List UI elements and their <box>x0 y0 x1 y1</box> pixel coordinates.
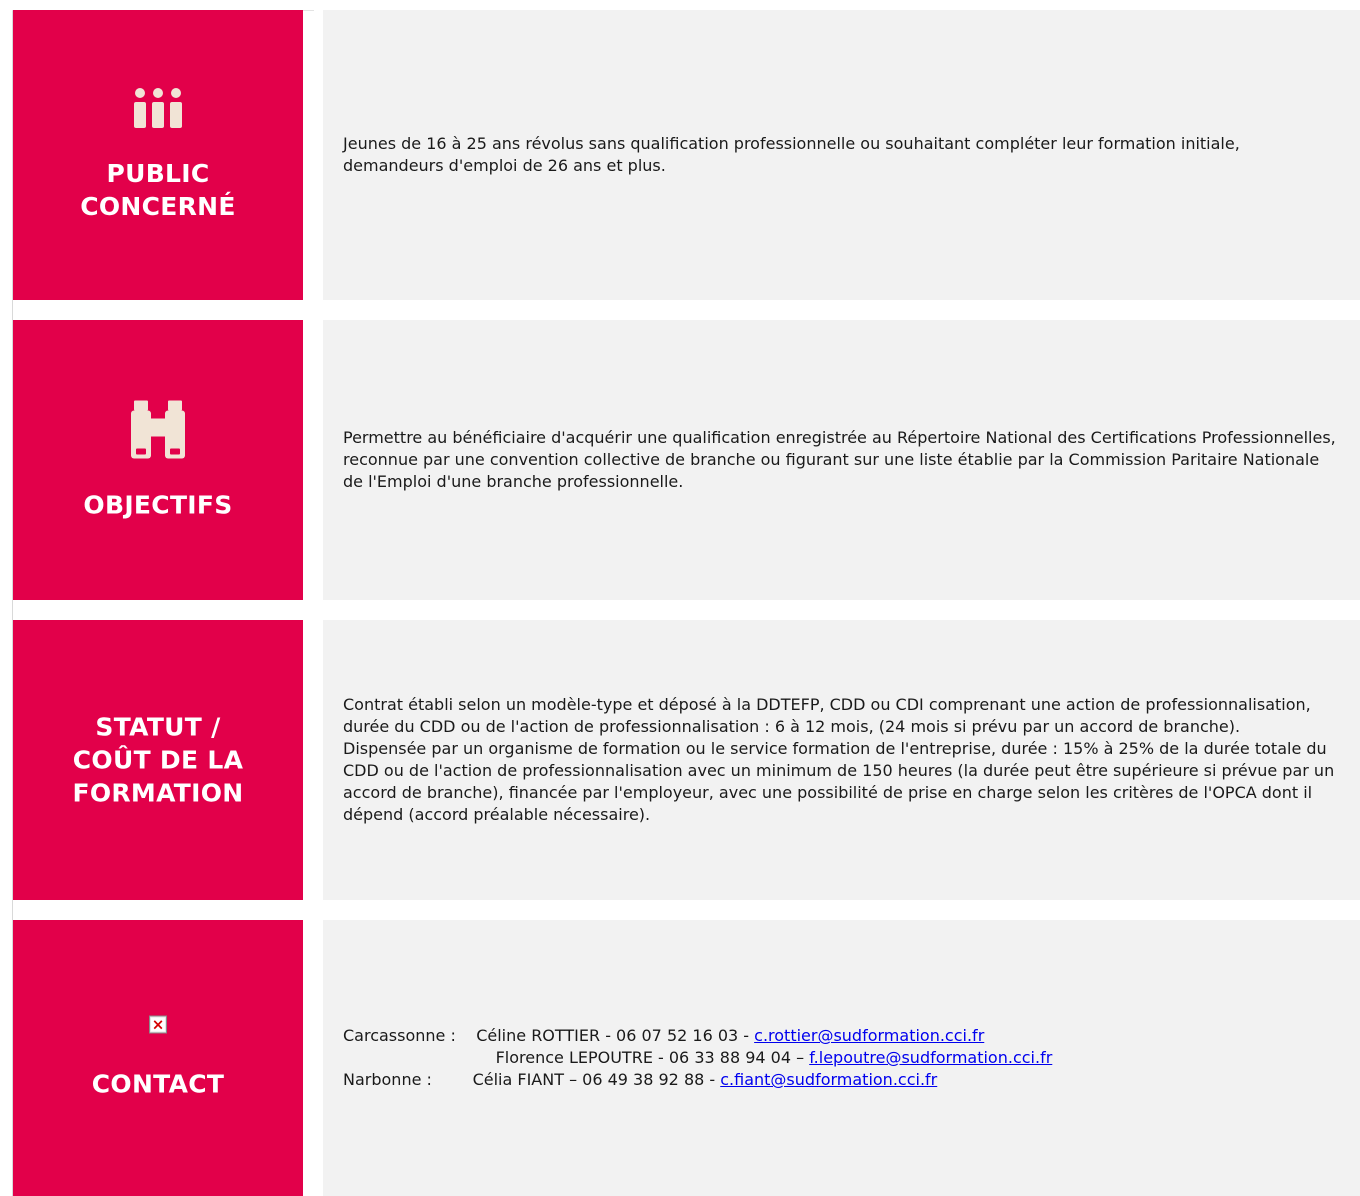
section-text: Jeunes de 16 à 25 ans révolus sans quali… <box>343 134 1240 175</box>
email-link[interactable]: c.fiant@sudformation.cci.fr <box>720 1070 937 1089</box>
contact-info: Narbonne : Célia FIANT – 06 49 38 92 88 … <box>343 1070 721 1089</box>
section-content: Jeunes de 16 à 25 ans révolus sans quali… <box>323 10 1360 300</box>
section-content: Permettre au bénéficiaire d'acquérir une… <box>323 320 1360 600</box>
binoculars-icon <box>131 400 185 459</box>
contact-info: Carcassonne : Céline ROTTIER - 06 07 52 … <box>343 1026 755 1045</box>
section-content: Contrat établi selon un modèle-type et d… <box>323 620 1360 900</box>
section-tile: PUBLIC CONCERNÉ <box>13 10 303 300</box>
section-title: STATUT / COÛT DE LA FORMATION <box>72 712 244 808</box>
section-tile: STATUT / COÛT DE LA FORMATION <box>13 620 303 900</box>
contact-info: Florence LEPOUTRE - 06 33 88 94 04 – <box>343 1048 810 1067</box>
section-paragraph: Contrat établi selon un modèle-type et d… <box>343 695 1311 736</box>
section-tile: OBJECTIFS <box>13 320 303 600</box>
section-paragraph: Dispensée par un organisme de formation … <box>343 739 1335 824</box>
section-contact: CONTACT Carcassonne : Céline ROTTIER - 0… <box>13 920 1360 1196</box>
contact-line: Narbonne : Célia FIANT – 06 49 38 92 88 … <box>343 1069 1338 1091</box>
contact-line: Florence LEPOUTRE - 06 33 88 94 04 – f.l… <box>343 1047 1338 1069</box>
section-title: PUBLIC CONCERNÉ <box>80 159 236 221</box>
section-title: CONTACT <box>91 1069 225 1099</box>
section-public-concerne: PUBLIC CONCERNÉ Jeunes de 16 à 25 ans ré… <box>13 10 1360 300</box>
section-content: Carcassonne : Céline ROTTIER - 06 07 52 … <box>323 920 1360 1196</box>
section-title: OBJECTIFS <box>83 490 233 520</box>
section-statut-cout: STATUT / COÛT DE LA FORMATION Contrat ét… <box>13 620 1360 900</box>
section-tile: CONTACT <box>13 920 303 1196</box>
contact-line: Carcassonne : Céline ROTTIER - 06 07 52 … <box>343 1025 1338 1047</box>
section-text: Permettre au bénéficiaire d'acquérir une… <box>343 428 1336 491</box>
page: PUBLIC CONCERNÉ Jeunes de 16 à 25 ans ré… <box>0 0 1360 1196</box>
broken-image-icon <box>149 1014 167 1036</box>
section-objectifs: OBJECTIFS Permettre au bénéficiaire d'ac… <box>13 320 1360 600</box>
people-icon <box>134 88 182 128</box>
email-link[interactable]: c.rottier@sudformation.cci.fr <box>754 1026 984 1045</box>
email-link[interactable]: f.lepoutre@sudformation.cci.fr <box>809 1048 1052 1067</box>
